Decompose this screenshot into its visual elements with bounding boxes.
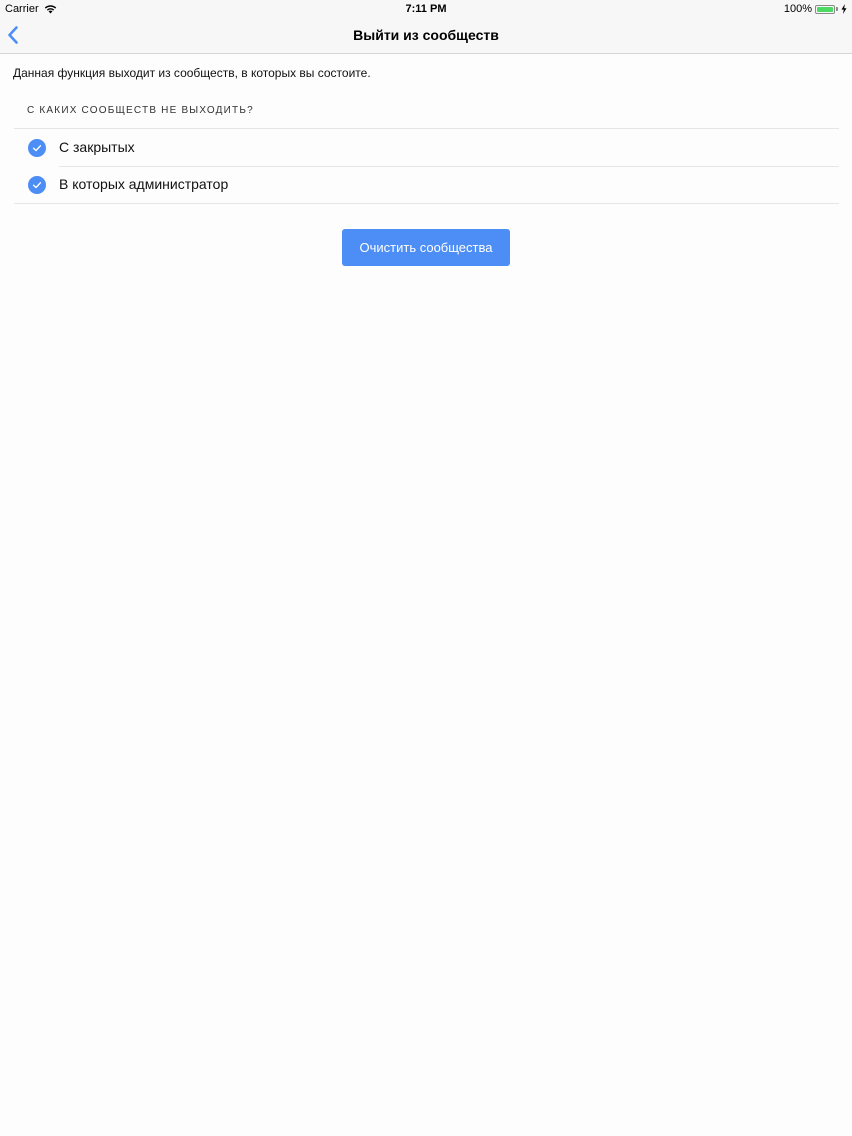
status-right: 100% — [784, 0, 847, 18]
battery-tip — [836, 7, 838, 11]
status-bar: Carrier 7:11 PM 100% — [0, 0, 852, 18]
checkmark-icon[interactable] — [28, 176, 46, 194]
battery-icon — [815, 4, 835, 14]
navigation-bar: Выйти из сообществ — [0, 18, 852, 54]
description-text: Данная функция выходит из сообществ, в к… — [13, 66, 371, 80]
options-list: С закрытых В которых администратор — [14, 128, 839, 204]
option-admin[interactable]: В которых администратор — [14, 166, 839, 203]
battery-percent: 100% — [783, 3, 812, 15]
checkmark-icon[interactable] — [28, 139, 46, 157]
clear-communities-button[interactable]: Очистить сообщества — [342, 229, 510, 266]
charging-bolt-icon — [841, 4, 847, 14]
section-header: С КАКИХ СООБЩЕСТВ НЕ ВЫХОДИТЬ? — [27, 105, 254, 116]
option-label: В которых администратор — [59, 176, 229, 192]
option-private[interactable]: С закрытых — [14, 129, 839, 166]
option-label: С закрытых — [59, 139, 135, 155]
status-time: 7:11 PM — [405, 3, 447, 15]
page-title: Выйти из сообществ — [353, 27, 499, 43]
battery-fill — [817, 6, 833, 12]
